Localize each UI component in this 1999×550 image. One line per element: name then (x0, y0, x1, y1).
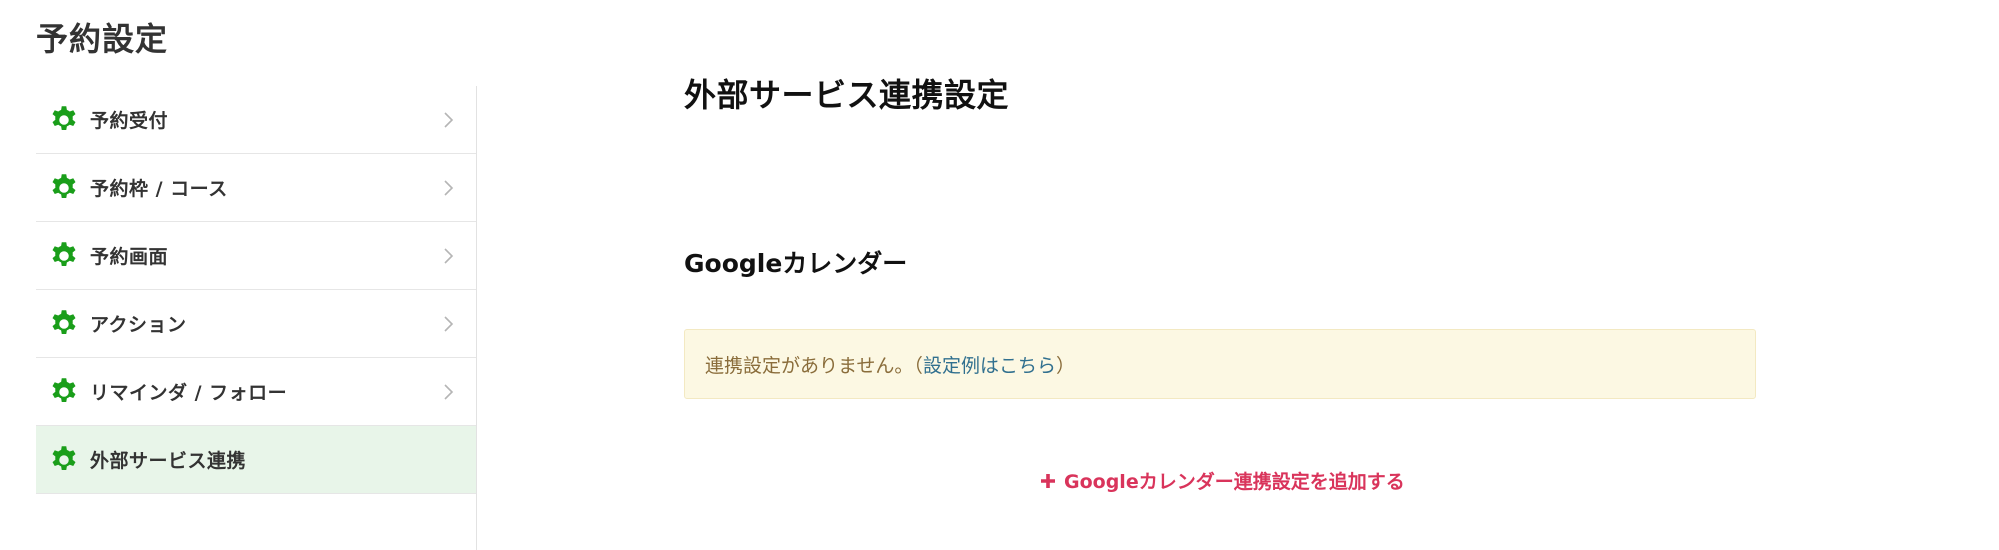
no-integration-notice: 連携設定がありません。（ 設定例はこちら ） (684, 329, 1756, 399)
chevron-right-icon (438, 178, 458, 198)
add-link-label: Googleカレンダー連携設定を追加する (1064, 471, 1405, 493)
chevron-right-icon (438, 314, 458, 334)
gear-icon (48, 240, 80, 272)
sidebar-item-label: 予約受付 (90, 110, 169, 132)
settings-sidebar: 予約受付 予約枠 / コース 予約画面 アクション リマインダ / フォロー 外… (36, 86, 477, 550)
sidebar-item-label: 予約画面 (90, 246, 169, 268)
notice-text: 連携設定がありません。（ (705, 354, 923, 377)
section-title-google-calendar: Googleカレンダー (684, 249, 908, 278)
settings-example-link[interactable]: 設定例はこちら (923, 351, 1056, 378)
chevron-right-icon (438, 246, 458, 266)
sidebar-item-label: 予約枠 / コース (90, 178, 228, 200)
sidebar-item-slots-courses[interactable]: 予約枠 / コース (36, 154, 476, 222)
notice-text-end: ） (1055, 354, 1075, 377)
gear-icon (48, 444, 80, 476)
gear-icon (48, 104, 80, 136)
sidebar-item-reservation-screen[interactable]: 予約画面 (36, 222, 476, 290)
sidebar-item-reservation-reception[interactable]: 予約受付 (36, 86, 476, 154)
gear-icon (48, 172, 80, 204)
sidebar-item-label: 外部サービス連携 (90, 450, 247, 472)
sidebar-item-label: リマインダ / フォロー (90, 382, 288, 404)
sidebar-item-label: アクション (90, 314, 187, 336)
main-title: 外部サービス連携設定 (684, 76, 1010, 114)
sidebar-item-external-services[interactable]: 外部サービス連携 (36, 426, 476, 494)
gear-icon (48, 376, 80, 408)
plus-icon (1038, 471, 1058, 491)
sidebar-item-reminder-follow[interactable]: リマインダ / フォロー (36, 358, 476, 426)
page-title: 予約設定 (36, 20, 169, 58)
add-google-calendar-integration-button[interactable]: Googleカレンダー連携設定を追加する (1038, 467, 1405, 494)
sidebar-item-actions[interactable]: アクション (36, 290, 476, 358)
chevron-right-icon (438, 382, 458, 402)
chevron-right-icon (438, 110, 458, 130)
gear-icon (48, 308, 80, 340)
